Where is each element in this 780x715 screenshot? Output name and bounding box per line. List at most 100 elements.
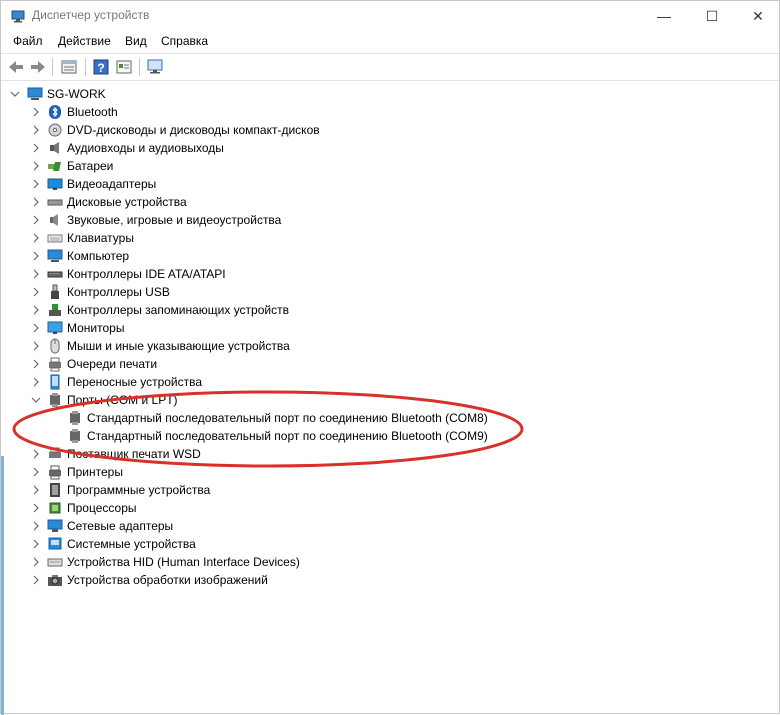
tree-category-21[interactable]: Сетевые адаптеры (1, 517, 779, 535)
view-icon[interactable] (114, 57, 134, 77)
expand-chevron-icon[interactable] (31, 445, 41, 463)
expand-chevron-icon[interactable] (31, 175, 41, 193)
tree-category-15[interactable]: Переносные устройства (1, 373, 779, 391)
menu-action[interactable]: Действие (58, 34, 111, 48)
tree-item-label: Поставщик печати WSD (67, 447, 201, 461)
audio-io-icon (50, 142, 59, 154)
tree-category-2[interactable]: Аудиовходы и аудиовыходы (1, 139, 779, 157)
properties-icon[interactable] (59, 57, 79, 77)
scan-hardware-icon[interactable] (145, 57, 165, 77)
expand-chevron-icon[interactable] (31, 265, 41, 283)
imaging-device-icon (48, 575, 62, 586)
collapse-chevron-icon[interactable] (31, 391, 41, 409)
svg-text:?: ? (97, 61, 104, 75)
tree-category-13[interactable]: Мыши и иные указывающие устройства (1, 337, 779, 355)
print-queue-icon (49, 357, 61, 372)
tree-category-1[interactable]: DVD-дисководы и дисководы компакт-дисков (1, 121, 779, 139)
device-tree: SG-WORK Bluetooth DVD-дисководы и дисковод… (1, 83, 779, 713)
expand-chevron-icon[interactable] (31, 535, 41, 553)
tree-category-14[interactable]: Очереди печати (1, 355, 779, 373)
tree-item-label: Bluetooth (67, 105, 118, 119)
tree-category-5[interactable]: Дисковые устройства (1, 193, 779, 211)
expand-chevron-icon[interactable] (31, 157, 41, 175)
tree-category-22[interactable]: Системные устройства (1, 535, 779, 553)
collapse-chevron-icon[interactable] (10, 85, 20, 103)
tree-category-20[interactable]: Процессоры (1, 499, 779, 517)
tree-item-label: Устройства HID (Human Interface Devices) (67, 555, 300, 569)
tree-category-11[interactable]: Контроллеры запоминающих устройств (1, 301, 779, 319)
expand-chevron-icon[interactable] (31, 103, 41, 121)
tree-category-3[interactable]: Батареи (1, 157, 779, 175)
portable-device-icon (50, 374, 60, 390)
tree-category-16[interactable]: Порты (COM и LPT) (1, 391, 779, 409)
tree-port-com-0[interactable]: Стандартный последовательный порт по сое… (1, 409, 779, 427)
tree-root-sg-work[interactable]: SG-WORK (1, 85, 779, 103)
back-icon[interactable] (6, 57, 26, 77)
tree-item-label: DVD-дисководы и дисководы компакт-дисков (67, 123, 320, 137)
tree-category-12[interactable]: Мониторы (1, 319, 779, 337)
menu-view[interactable]: Вид (125, 34, 147, 48)
tree-item-label: Звуковые, игровые и видеоустройства (67, 213, 282, 227)
tree-category-18[interactable]: Принтеры (1, 463, 779, 481)
port-icon (70, 411, 80, 425)
expand-chevron-icon[interactable] (31, 553, 41, 571)
maximize-button[interactable]: ☐ (689, 1, 735, 31)
tree-item-label: Принтеры (67, 465, 123, 479)
title-bar[interactable]: Диспетчер устройств — ☐ ✕ (1, 1, 779, 31)
expand-chevron-icon[interactable] (31, 463, 41, 481)
expand-chevron-icon[interactable] (31, 571, 41, 589)
tree-item-label: Порты (COM и LPT) (67, 393, 178, 407)
tree-category-19[interactable]: Программные устройства (1, 481, 779, 499)
expand-chevron-icon[interactable] (31, 301, 41, 319)
help-icon[interactable]: ? (91, 57, 111, 77)
tree-item-label: Переносные устройства (67, 375, 203, 389)
expand-chevron-icon[interactable] (31, 121, 41, 139)
expand-chevron-icon[interactable] (31, 193, 41, 211)
tree-item-label: Компьютер (67, 249, 130, 263)
tree-item-label: Мыши и иные указывающие устройства (67, 339, 290, 353)
expand-chevron-icon[interactable] (31, 229, 41, 247)
menu-help[interactable]: Справка (161, 34, 208, 48)
tree-category-9[interactable]: Контроллеры IDE ATA/ATAPI (1, 265, 779, 283)
expand-chevron-icon[interactable] (31, 481, 41, 499)
tree-category-24[interactable]: Устройства обработки изображений (1, 571, 779, 589)
expand-chevron-icon[interactable] (31, 517, 41, 535)
expand-chevron-icon[interactable] (31, 139, 41, 157)
menu-file[interactable]: Файл (13, 34, 43, 48)
tree-category-17[interactable]: Поставщик печати WSD (1, 445, 779, 463)
expand-chevron-icon[interactable] (31, 499, 41, 517)
storage-controller-icon (49, 304, 61, 316)
expand-chevron-icon[interactable] (31, 283, 41, 301)
tree-category-4[interactable]: Видеоадаптеры (1, 175, 779, 193)
tree-item-label: Аудиовходы и аудиовыходы (67, 141, 224, 155)
device-manager-icon (11, 10, 25, 23)
tree-category-10[interactable]: Контроллеры USB (1, 283, 779, 301)
expand-chevron-icon[interactable] (31, 373, 41, 391)
port-icon (50, 393, 60, 407)
expand-chevron-icon[interactable] (31, 247, 41, 265)
tree-item-label: Мониторы (67, 321, 125, 335)
expand-chevron-icon[interactable] (31, 211, 41, 229)
tree-item-label: Сетевые адаптеры (67, 519, 174, 533)
tree-category-6[interactable]: Звуковые, игровые и видеоустройства (1, 211, 779, 229)
expand-chevron-icon[interactable] (31, 355, 41, 373)
tree-category-0[interactable]: Bluetooth (1, 103, 779, 121)
forward-icon[interactable] (28, 57, 48, 77)
close-button[interactable]: ✕ (735, 1, 780, 31)
tree-category-8[interactable]: Компьютер (1, 247, 779, 265)
tree-item-label: Стандартный последовательный порт по сое… (87, 429, 488, 443)
tree-item-label: Контроллеры запоминающих устройств (67, 303, 289, 317)
tree-item-label: Дисковые устройства (67, 195, 187, 209)
port-icon (70, 429, 80, 443)
bluetooth-icon (49, 105, 61, 119)
processor-icon (49, 502, 61, 514)
tree-category-23[interactable]: Устройства HID (Human Interface Devices) (1, 553, 779, 571)
network-adapter-icon (47, 519, 63, 532)
expand-chevron-icon[interactable] (31, 319, 41, 337)
tree-category-7[interactable]: Клавиатуры (1, 229, 779, 247)
display-adapter-icon (47, 178, 63, 190)
expand-chevron-icon[interactable] (31, 337, 41, 355)
minimize-button[interactable]: — (641, 1, 687, 31)
tree-item-label: Программные устройства (67, 483, 211, 497)
tree-port-com-1[interactable]: Стандартный последовательный порт по сое… (1, 427, 779, 445)
